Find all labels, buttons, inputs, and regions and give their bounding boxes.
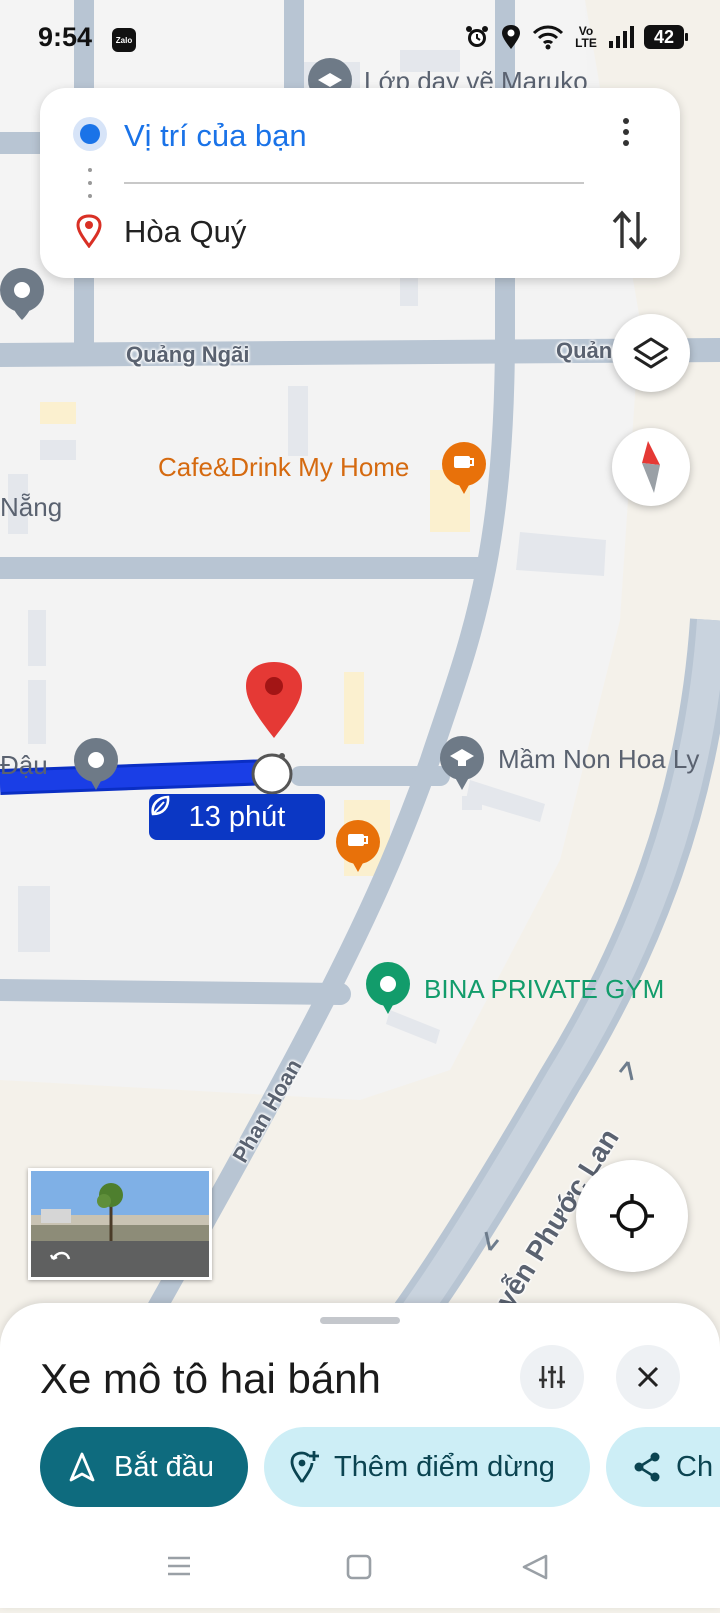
my-location-icon [610, 1194, 654, 1238]
origin-dot-icon [80, 124, 100, 144]
battery-level: 42 [653, 26, 675, 47]
destination-field[interactable]: Hòa Quý [124, 214, 246, 250]
alarm-icon [466, 26, 488, 47]
leaf-icon [151, 795, 170, 816]
signal-icon [609, 26, 634, 48]
my-location-button[interactable] [576, 1160, 688, 1272]
eta-label: 13 phút [188, 800, 286, 833]
field-divider [124, 182, 584, 184]
poi-label-gym[interactable]: BINA PRIVATE GYM [424, 974, 664, 1005]
origin-field[interactable]: Vị trí của bạn [124, 118, 307, 154]
start-button[interactable]: Bắt đầu [40, 1427, 248, 1507]
street-view-image [31, 1171, 209, 1277]
street-view-thumbnail[interactable] [28, 1168, 212, 1280]
location-status-icon [502, 25, 520, 49]
close-icon [637, 1366, 659, 1388]
poi-label-cafe[interactable]: Cafe&Drink My Home [158, 452, 409, 483]
sheet-drag-handle[interactable] [320, 1317, 400, 1324]
wifi-icon [532, 25, 564, 50]
zalo-notification-icon: Zalo [112, 28, 136, 52]
area-label-nang: Nẵng [0, 492, 63, 522]
destination-marker-icon [76, 214, 102, 248]
share-label: Ch [676, 1450, 714, 1483]
layers-icon [633, 337, 669, 369]
share-icon [634, 1452, 660, 1482]
travel-mode-title: Xe mô tô hai bánh [40, 1355, 381, 1402]
route-connector [88, 168, 92, 198]
area-label-dau: Đậu [0, 750, 48, 780]
eta-badge[interactable]: 13 phút [149, 794, 325, 840]
more-options-icon[interactable] [620, 118, 632, 150]
road-label-quang-ngai: Quảng Ngãi [126, 342, 250, 367]
compass-button[interactable] [612, 428, 690, 506]
add-stop-button[interactable]: Thêm điểm dừng [264, 1427, 590, 1507]
layers-button[interactable] [612, 314, 690, 392]
battery-icon: 42 [644, 25, 688, 49]
add-stop-label: Thêm điểm dừng [334, 1450, 555, 1483]
recents-icon[interactable] [168, 1556, 190, 1576]
home-icon[interactable] [346, 1554, 372, 1580]
back-icon[interactable] [522, 1554, 548, 1580]
start-label: Bắt đầu [114, 1450, 214, 1483]
status-bar: 9:54 Zalo Vo LTE 42 [0, 0, 720, 80]
compass-icon [642, 441, 660, 493]
volte-icon: Vo LTE [575, 24, 597, 50]
swap-directions-icon[interactable] [612, 208, 648, 252]
tune-icon [539, 1366, 565, 1388]
system-nav-bar [0, 1540, 720, 1608]
navigation-arrow-icon [69, 1452, 95, 1482]
poi-label-school[interactable]: Mầm Non Hoa Ly [498, 744, 699, 775]
add-location-icon [290, 1451, 319, 1483]
share-button[interactable]: Ch [606, 1427, 720, 1507]
close-button[interactable] [616, 1345, 680, 1409]
route-options-button[interactable] [520, 1345, 584, 1409]
status-time: 9:54 [38, 22, 93, 52]
